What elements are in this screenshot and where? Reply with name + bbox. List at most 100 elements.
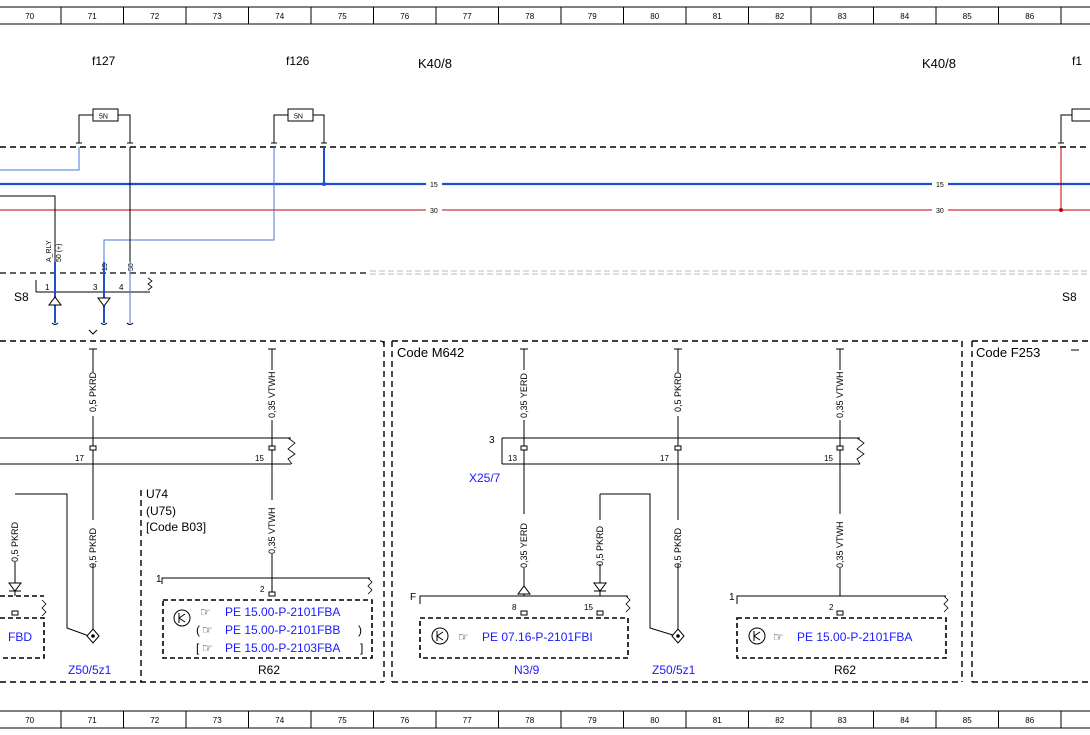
ref-hand-icon: ☞ xyxy=(200,605,211,619)
z50-right-splice: Z50/5z1 xyxy=(652,628,696,677)
ruler-column-label: 86 xyxy=(1025,12,1034,21)
pin-17: 17 xyxy=(660,454,669,463)
code-m642-label: Code M642 xyxy=(397,345,464,360)
svg-text:(: ( xyxy=(196,623,200,637)
wire-label: 0,35 VTWH xyxy=(267,507,277,554)
ruler-column-label: 83 xyxy=(838,716,847,725)
k40-right-label: K40/8 xyxy=(922,56,956,71)
wire-label: 0,35 VTWH xyxy=(267,371,277,418)
fuse-cut xyxy=(1060,108,1090,143)
ruler-column-label: 84 xyxy=(900,716,909,725)
pin-15: 15 xyxy=(255,454,264,463)
z50-left-label[interactable]: Z50/5z1 xyxy=(68,663,112,677)
ref-link-r62-3[interactable]: PE 15.00-P-2103FBA xyxy=(225,641,340,655)
ruler-column-label: 82 xyxy=(775,716,784,725)
ref-hand-icon: ☞ xyxy=(202,641,213,655)
fuse-rating: 5N xyxy=(294,114,303,121)
r62-right-label: R62 xyxy=(834,663,856,677)
ruler-column-label: 80 xyxy=(650,12,659,21)
svg-text:): ) xyxy=(358,623,362,637)
ref-hand-icon: ☞ xyxy=(773,630,784,644)
ruler-column-label: 74 xyxy=(275,12,284,21)
bus-15-label: 15 xyxy=(936,182,944,189)
r62-pin-2: 2 xyxy=(829,603,834,612)
ruler-column-label: 76 xyxy=(400,716,409,725)
z50-right-label[interactable]: Z50/5z1 xyxy=(652,663,696,677)
r62-pin-1: 1 xyxy=(156,574,162,585)
ruler-column-label: 85 xyxy=(963,12,972,21)
r62-pin-2: 2 xyxy=(260,585,265,594)
n3-pin-15: 15 xyxy=(584,603,593,612)
ruler-column-label: 84 xyxy=(900,12,909,21)
r62-right-module: 1 2 ☞ PE 15.00-P-2101FBA R62 xyxy=(729,592,949,677)
wire-label: 0,5 PKRD xyxy=(673,527,683,568)
ref-link-r62-1[interactable]: PE 15.00-P-2101FBA xyxy=(225,605,340,619)
wire-label: 0,35 VTWH xyxy=(835,371,845,418)
ruler-column-label: 82 xyxy=(775,12,784,21)
ref-link-r62-right[interactable]: PE 15.00-P-2101FBA xyxy=(797,630,912,644)
x25-pin-3: 3 xyxy=(489,435,495,446)
svg-text:]: ] xyxy=(360,641,363,655)
fuse-rating: 5N xyxy=(99,114,108,121)
fuse-f127-label: f127 xyxy=(92,54,116,68)
s8-pin-4: 4 xyxy=(119,283,124,292)
ruler-column-label: 75 xyxy=(338,12,347,21)
wire-label: 0,35 YERD xyxy=(519,523,529,568)
ruler-column-label: 77 xyxy=(463,716,472,725)
s8-pin-50: 50 xyxy=(128,263,135,271)
fuse-f126: 5N xyxy=(273,108,325,143)
wire-label: 0,5 PKRD xyxy=(88,527,98,568)
ruler-column-label: 78 xyxy=(525,12,534,21)
wire-label: 0,5 PKRD xyxy=(673,371,683,412)
top-ruler: 70 71 72 73 74 75 76 77 78 79 80 81 82 83 84 85 86 xyxy=(0,6,1090,25)
ref-hand-icon: ☞ xyxy=(202,623,213,637)
wire-label: 0,35 VTWH xyxy=(835,521,845,568)
ref-link-r62-2[interactable]: PE 15.00-P-2101FBB xyxy=(225,623,340,637)
r62-left-module: 1 2 ☞ PE 15.00-P-2101FBA ( ☞ PE 15.00-P-… xyxy=(156,574,373,677)
wire-label: 0,35 YERD xyxy=(519,373,529,418)
u75-label: (U75) xyxy=(146,504,176,518)
ruler-column-label: 77 xyxy=(463,12,472,21)
fuse-f127: 5N xyxy=(78,108,131,143)
fuse-cut-label: f1 xyxy=(1072,54,1082,68)
ruler-column-label: 86 xyxy=(1025,716,1034,725)
fuse-f126-label: f126 xyxy=(286,54,310,68)
ruler-column-label: 70 xyxy=(25,716,34,725)
ruler-column-label: 79 xyxy=(588,12,597,21)
ruler-column-label: 80 xyxy=(650,716,659,725)
svg-text:[: [ xyxy=(196,641,200,655)
x25-7-label[interactable]: X25/7 xyxy=(469,471,501,485)
pin-13: 13 xyxy=(508,454,517,463)
ruler-column-label: 79 xyxy=(588,716,597,725)
z50-left-splice: Z50/5z1 xyxy=(68,628,112,677)
bus-30-label: 30 xyxy=(430,208,438,215)
code-f253-label: Code F253 xyxy=(976,345,1040,360)
n3-9-module: F 8 15 ☞ PE 07.16-P-2101FBI N3/9 xyxy=(410,582,631,677)
wire-label: 0,5 PKRD xyxy=(595,525,605,566)
n3-pin-8: 8 xyxy=(512,603,517,612)
wiring-diagram: 70 71 72 73 74 75 76 77 78 79 80 81 82 83 84 85 86 70 71 7… xyxy=(0,6,1090,729)
ruler-column-label: 72 xyxy=(150,12,159,21)
ref-link-n3-9[interactable]: PE 07.16-P-2101FBI xyxy=(482,630,593,644)
ref-hand-icon: ☞ xyxy=(458,630,469,644)
u74-label: U74 xyxy=(146,487,168,501)
s8-pin-a-rly: A_RLY xyxy=(46,240,53,262)
pin-15: 15 xyxy=(824,454,833,463)
n3-pin-f: F xyxy=(410,592,416,603)
ruler-column-label: 75 xyxy=(338,716,347,725)
ruler-column-label: 72 xyxy=(150,716,159,725)
s8-pin-3: 3 xyxy=(93,283,98,292)
wire-label: 0,5 PKRD xyxy=(10,521,20,562)
n3-9-label[interactable]: N3/9 xyxy=(514,663,540,677)
wire-label: 0,5 PKRD xyxy=(88,371,98,412)
ruler-column-label: 85 xyxy=(963,716,972,725)
bus-15-label: 15 xyxy=(430,182,438,189)
ruler-column-label: 71 xyxy=(88,716,97,725)
r62-pin-1: 1 xyxy=(729,592,735,603)
pin-17: 17 xyxy=(75,454,84,463)
code-b03-label: [Code B03] xyxy=(146,520,206,534)
fbd-fragment[interactable]: FBD xyxy=(8,630,32,644)
k40-left-label: K40/8 xyxy=(418,56,452,71)
bottom-ruler: 70 71 72 73 74 75 76 77 78 79 80 81 82 83 84 85 86 xyxy=(0,710,1090,729)
ruler-column-label: 71 xyxy=(88,12,97,21)
